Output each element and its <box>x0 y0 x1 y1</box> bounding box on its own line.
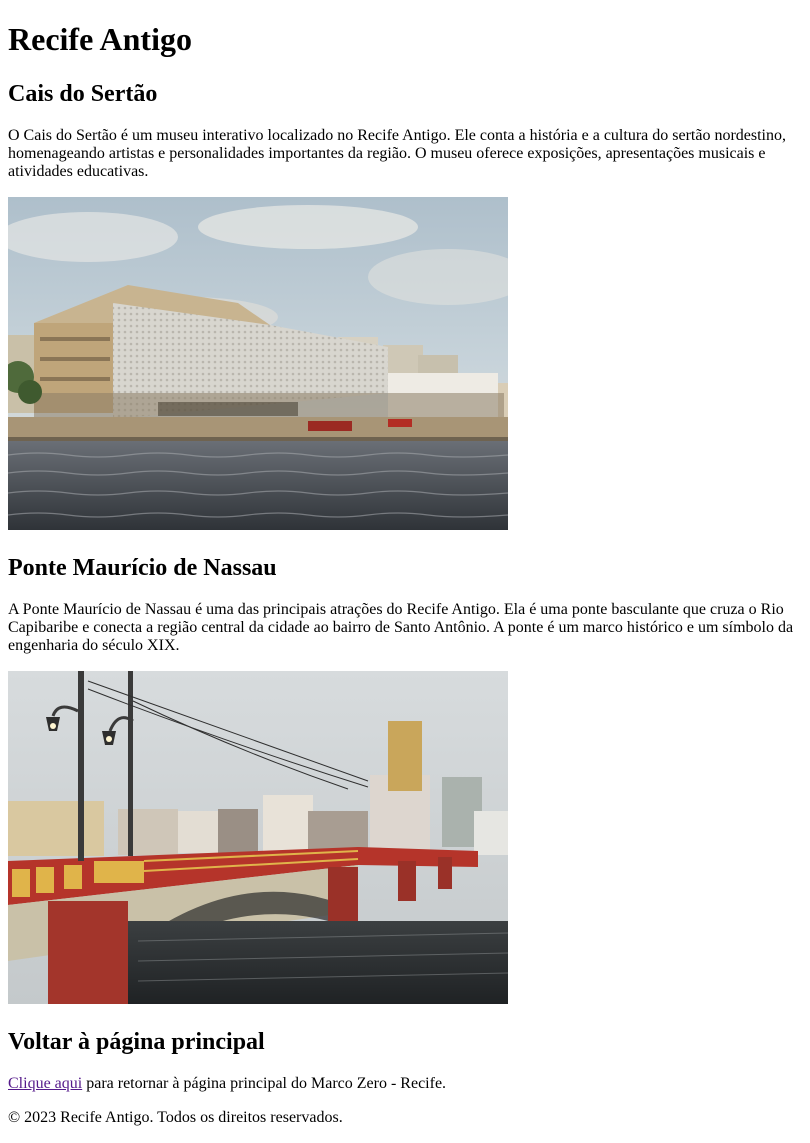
ponte-mauricio-de-nassau-photo <box>8 671 508 1004</box>
back-to-home-link[interactable]: Clique aqui <box>8 1075 82 1092</box>
back-link-description: para retornar à página principal do Marc… <box>82 1075 447 1092</box>
section-text-cais-do-sertao: O Cais do Sertão é um museu interativo l… <box>8 127 786 180</box>
page-title: Recife Antigo <box>8 21 192 57</box>
section-heading-cais-do-sertao: Cais do Sertão <box>8 81 158 107</box>
section-heading-voltar: Voltar à página principal <box>8 1029 265 1055</box>
section-heading-ponte-mauricio-de-nassau: Ponte Maurício de Nassau <box>8 555 277 581</box>
section-text-ponte-mauricio-de-nassau: A Ponte Maurício de Nassau é uma das pri… <box>8 601 794 654</box>
back-link-paragraph: Clique aqui para retornar à página princ… <box>8 1075 802 1093</box>
footer-copyright: © 2023 Recife Antigo. Todos os direitos … <box>8 1109 343 1126</box>
cais-do-sertao-photo <box>8 197 508 530</box>
